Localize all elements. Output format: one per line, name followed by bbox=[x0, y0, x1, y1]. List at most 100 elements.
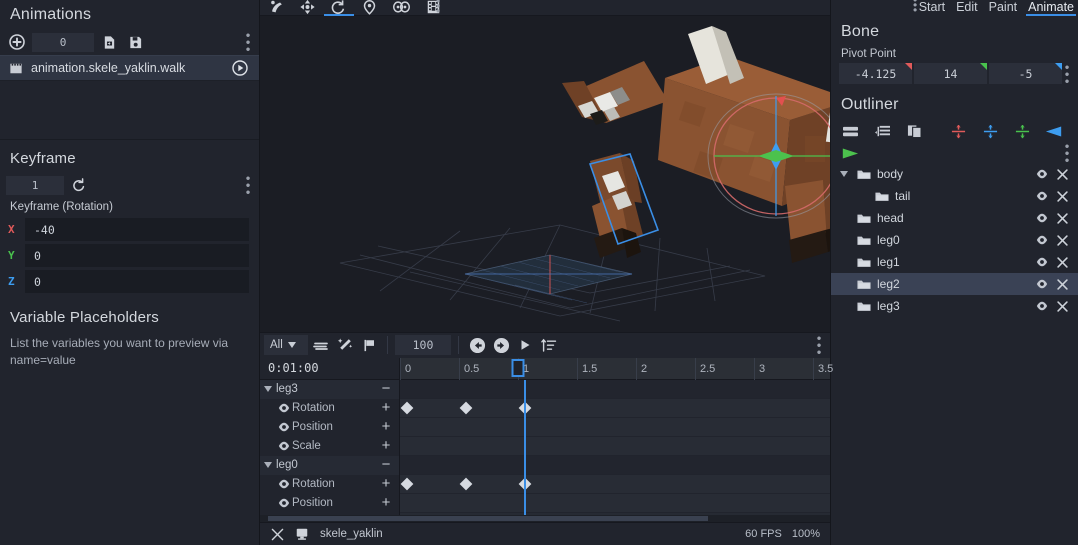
keyframe-marker[interactable] bbox=[401, 401, 414, 414]
close-x-icon[interactable] bbox=[1055, 213, 1070, 224]
outliner-node-leg0[interactable]: leg0 bbox=[831, 229, 1078, 251]
pivot-x-input[interactable]: -4.125 bbox=[839, 63, 912, 84]
collapse-group-button[interactable]: − bbox=[379, 383, 393, 395]
eye-icon[interactable] bbox=[276, 403, 292, 413]
outliner-node-leg2[interactable]: leg2 bbox=[831, 273, 1078, 295]
add-keyframe-button[interactable]: + bbox=[379, 440, 393, 452]
keyframe-row[interactable] bbox=[400, 418, 830, 437]
graph-editor-icon[interactable] bbox=[310, 334, 332, 356]
track-channel[interactable]: Rotation+ bbox=[260, 475, 399, 494]
chevron-down-icon[interactable] bbox=[837, 169, 851, 179]
mode-tabs-overflow-icon[interactable]: ••• bbox=[913, 0, 917, 13]
close-x-icon[interactable] bbox=[1055, 191, 1070, 202]
rotate-icon[interactable] bbox=[330, 0, 347, 15]
keyframe-grid[interactable] bbox=[400, 380, 830, 516]
track-channel[interactable]: Scale+ bbox=[260, 437, 399, 456]
duplicate-icon[interactable] bbox=[903, 120, 925, 142]
eye-icon[interactable] bbox=[276, 498, 292, 508]
collapse-group-button[interactable]: − bbox=[379, 459, 393, 471]
tab-start[interactable]: Start bbox=[919, 0, 945, 15]
outliner-overflow-icon[interactable]: ••• bbox=[1062, 143, 1072, 164]
camera-cone-icon[interactable] bbox=[1043, 120, 1065, 142]
eye-icon[interactable] bbox=[276, 479, 292, 489]
pose-icon[interactable] bbox=[268, 0, 285, 15]
magic-wand-icon[interactable] bbox=[334, 334, 356, 356]
keyframe-marker[interactable] bbox=[460, 477, 473, 490]
playhead-handle[interactable] bbox=[512, 359, 525, 377]
save-file-icon[interactable] bbox=[98, 31, 120, 53]
mirror-x-icon[interactable] bbox=[947, 120, 969, 142]
outliner-node-body[interactable]: body bbox=[831, 163, 1078, 185]
playhead-line[interactable] bbox=[524, 380, 526, 516]
close-x-icon[interactable] bbox=[1055, 301, 1070, 312]
axis-x-input[interactable]: -40 bbox=[25, 218, 249, 241]
mirror-z-icon[interactable] bbox=[1011, 120, 1033, 142]
keyframe-marker[interactable] bbox=[460, 401, 473, 414]
close-x-icon[interactable] bbox=[270, 527, 284, 541]
timeline-zoom-field[interactable]: 100 bbox=[395, 335, 451, 355]
animation-count-field[interactable]: 0 bbox=[32, 33, 94, 52]
timeline-overflow-icon[interactable]: ••• bbox=[814, 335, 824, 356]
outliner-node-leg1[interactable]: leg1 bbox=[831, 251, 1078, 273]
green-cone-icon[interactable] bbox=[839, 142, 861, 164]
timeline-ruler[interactable]: 0:01:00 00.511.522.533.5 bbox=[260, 358, 830, 380]
tab-animate[interactable]: Animate bbox=[1028, 0, 1074, 15]
keyframe-marker[interactable] bbox=[401, 477, 414, 490]
track-channel[interactable]: Rotation+ bbox=[260, 399, 399, 418]
viewport-overflow-icon[interactable]: ••• bbox=[436, 0, 440, 14]
outliner-node-head[interactable]: head bbox=[831, 207, 1078, 229]
bone-overflow-icon[interactable]: ••• bbox=[1062, 63, 1072, 84]
plus-circle-icon[interactable] bbox=[6, 31, 28, 53]
move-arrows-icon[interactable] bbox=[299, 0, 316, 15]
scale-icon[interactable] bbox=[361, 0, 378, 15]
add-keyframe-button[interactable]: + bbox=[379, 478, 393, 490]
floppy-disk-icon[interactable] bbox=[124, 31, 146, 53]
eye-icon[interactable] bbox=[1034, 169, 1049, 179]
keyframe-row[interactable] bbox=[400, 380, 830, 399]
eye-icon[interactable] bbox=[276, 422, 292, 432]
chevron-down-icon[interactable] bbox=[260, 460, 276, 470]
tab-edit[interactable]: Edit bbox=[956, 0, 978, 15]
pivot-z-input[interactable]: -5 bbox=[989, 63, 1062, 84]
eye-icon[interactable] bbox=[276, 441, 292, 451]
eye-icon[interactable] bbox=[1034, 257, 1049, 267]
track-group[interactable]: leg0− bbox=[260, 456, 399, 475]
toggle-list-icon[interactable] bbox=[839, 120, 861, 142]
undo-arrow-icon[interactable] bbox=[68, 174, 90, 196]
close-x-icon[interactable] bbox=[1055, 257, 1070, 268]
marker-flag-icon[interactable] bbox=[358, 334, 380, 356]
sort-icon[interactable] bbox=[538, 334, 560, 356]
close-x-icon[interactable] bbox=[1055, 279, 1070, 290]
skip-back-icon[interactable] bbox=[466, 334, 488, 356]
add-keyframe-button[interactable]: + bbox=[379, 402, 393, 414]
list-item[interactable]: animation.skele_yaklin.walk bbox=[0, 55, 259, 81]
axis-z-input[interactable]: 0 bbox=[25, 270, 249, 293]
play-circle-icon[interactable] bbox=[229, 57, 251, 79]
eye-icon[interactable] bbox=[1034, 213, 1049, 223]
keyframe-row[interactable] bbox=[400, 399, 830, 418]
pivot-icon[interactable] bbox=[392, 0, 411, 15]
timeline-ticks[interactable]: 00.511.522.533.5 bbox=[400, 358, 830, 379]
add-keyframe-button[interactable]: + bbox=[379, 421, 393, 433]
eye-icon[interactable] bbox=[1034, 301, 1049, 311]
outliner-node-tail[interactable]: tail bbox=[831, 185, 1078, 207]
keyframe-index-field[interactable]: 1 bbox=[6, 176, 64, 195]
track-channel[interactable]: Position+ bbox=[260, 494, 399, 513]
mirror-y-icon[interactable] bbox=[979, 120, 1001, 142]
skip-forward-icon[interactable] bbox=[490, 334, 512, 356]
chevron-down-icon[interactable] bbox=[260, 384, 276, 394]
tab-paint[interactable]: Paint bbox=[989, 0, 1018, 15]
close-x-icon[interactable] bbox=[1055, 169, 1070, 180]
play-icon[interactable] bbox=[514, 334, 536, 356]
keyframe-overflow-icon[interactable]: ••• bbox=[243, 175, 253, 196]
keyframe-row[interactable] bbox=[400, 456, 830, 475]
track-group[interactable]: leg3− bbox=[260, 380, 399, 399]
timeline-horizontal-scrollbar[interactable] bbox=[260, 515, 830, 522]
eye-icon[interactable] bbox=[1034, 279, 1049, 289]
keyframe-row[interactable] bbox=[400, 494, 830, 513]
scrollbar-thumb[interactable] bbox=[268, 516, 708, 521]
animations-overflow-icon[interactable]: ••• bbox=[243, 32, 253, 53]
close-x-icon[interactable] bbox=[1055, 235, 1070, 246]
axis-y-input[interactable]: 0 bbox=[25, 244, 249, 267]
keyframe-row[interactable] bbox=[400, 437, 830, 456]
